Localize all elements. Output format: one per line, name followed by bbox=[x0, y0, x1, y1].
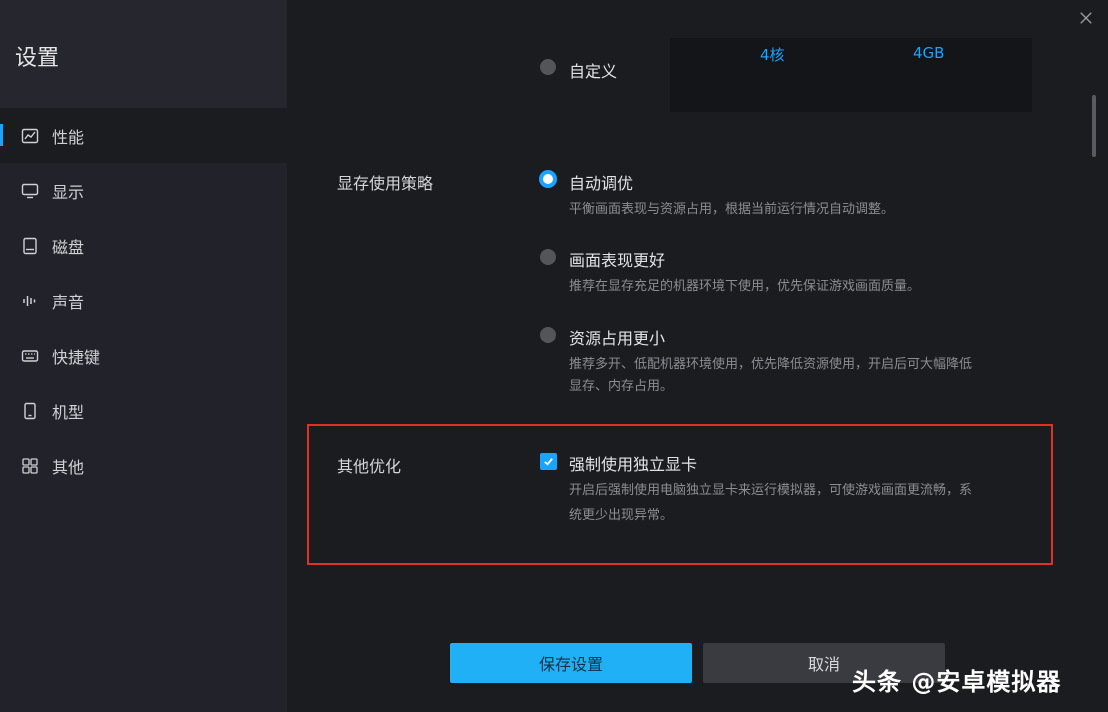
sidebar-item-sound[interactable]: 声音 bbox=[0, 273, 287, 328]
vram-strategy-label: 显存使用策略 bbox=[337, 174, 434, 193]
sidebar-item-label: 声音 bbox=[52, 292, 85, 312]
phone-icon bbox=[20, 401, 40, 421]
chart-icon bbox=[20, 126, 40, 146]
grid-icon bbox=[20, 456, 40, 476]
custom-option-label: 自定义 bbox=[569, 62, 618, 81]
force-gpu-label: 强制使用独立显卡 bbox=[569, 455, 698, 474]
custom-config-panel: 4核 4GB bbox=[670, 38, 1032, 112]
sidebar-item-label: 机型 bbox=[52, 402, 85, 422]
sidebar-item-other[interactable]: 其他 bbox=[0, 438, 287, 493]
monitor-icon bbox=[20, 181, 40, 201]
disk-icon bbox=[20, 236, 40, 256]
force-gpu-desc-line1: 开启后强制使用电脑独立显卡来运行模拟器，可使游戏画面更流畅，系 bbox=[569, 483, 973, 498]
lower-resource-label: 资源占用更小 bbox=[569, 329, 666, 348]
save-button[interactable]: 保存设置 bbox=[450, 643, 692, 683]
sidebar-item-label: 快捷键 bbox=[52, 347, 101, 367]
sidebar-item-model[interactable]: 机型 bbox=[0, 383, 287, 438]
sidebar-header: 设置 bbox=[0, 0, 287, 108]
settings-title: 设置 bbox=[15, 46, 60, 71]
sidebar-item-label: 性能 bbox=[52, 127, 85, 147]
cpu-cores-value: 4核 bbox=[760, 46, 785, 64]
sound-icon bbox=[20, 291, 40, 311]
sidebar-item-label: 磁盘 bbox=[52, 237, 85, 257]
better-visual-label: 画面表现更好 bbox=[569, 251, 666, 270]
sidebar-item-display[interactable]: 显示 bbox=[0, 163, 287, 218]
custom-radio[interactable] bbox=[540, 59, 556, 75]
other-optimization-label: 其他优化 bbox=[337, 457, 402, 476]
lower-resource-desc-line2: 显存、内存占用。 bbox=[569, 379, 674, 394]
scrollbar-thumb[interactable] bbox=[1092, 95, 1096, 157]
keyboard-icon bbox=[20, 346, 40, 366]
auto-tune-desc: 平衡画面表现与资源占用，根据当前运行情况自动调整。 bbox=[569, 202, 895, 217]
force-gpu-checkbox[interactable] bbox=[540, 453, 557, 470]
sidebar-nav: 性能 显示 磁盘 声音 快捷键 机型 其他 bbox=[0, 108, 287, 493]
watermark: 头条 @安卓模拟器 bbox=[852, 668, 1062, 696]
sidebar-item-hotkeys[interactable]: 快捷键 bbox=[0, 328, 287, 383]
sidebar-item-label: 显示 bbox=[52, 182, 85, 202]
close-icon bbox=[1080, 12, 1092, 24]
auto-tune-radio[interactable] bbox=[539, 170, 557, 188]
lower-resource-radio[interactable] bbox=[540, 327, 556, 343]
force-gpu-desc-line2: 统更少出现异常。 bbox=[569, 508, 674, 523]
better-visual-radio[interactable] bbox=[540, 249, 556, 265]
lower-resource-desc-line1: 推荐多开、低配机器环境使用，优先降低资源使用，开启后可大幅降低 bbox=[569, 357, 973, 372]
sidebar-item-performance[interactable]: 性能 bbox=[0, 108, 287, 163]
sidebar: 设置 性能 显示 磁盘 声音 快捷键 机型 其他 bbox=[0, 0, 287, 712]
memory-value: 4GB bbox=[913, 44, 945, 62]
better-visual-desc: 推荐在显存充足的机器环境下使用，优先保证游戏画面质量。 bbox=[569, 279, 921, 294]
close-button[interactable] bbox=[1076, 8, 1096, 28]
sidebar-item-disk[interactable]: 磁盘 bbox=[0, 218, 287, 273]
check-icon bbox=[544, 458, 553, 466]
auto-tune-label: 自动调优 bbox=[569, 174, 634, 193]
sidebar-item-label: 其他 bbox=[52, 457, 85, 477]
